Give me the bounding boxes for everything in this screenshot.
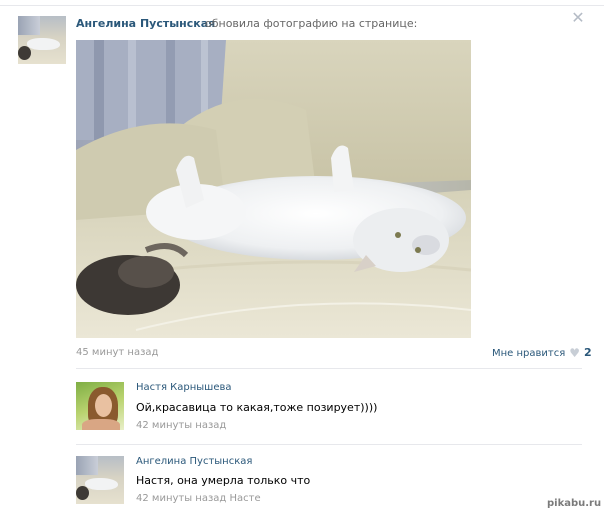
comment-timestamp[interactable]: 42 минуты назад [136, 420, 226, 431]
cat-on-sofa-image [76, 40, 471, 338]
post-timestamp[interactable]: 45 минут назад [76, 347, 158, 358]
post-photo[interactable] [76, 40, 471, 338]
comment-timestamp[interactable]: 42 минуты назад Насте [136, 493, 261, 504]
watermark: pikabu.ru [547, 498, 602, 509]
comment-author-link[interactable]: Ангелина Пустынская [136, 456, 252, 467]
comment-author-link[interactable]: Настя Карнышева [136, 382, 232, 393]
like-label: Мне нравится [492, 348, 566, 359]
divider [76, 368, 582, 369]
close-icon[interactable]: ✕ [571, 10, 585, 26]
post-author-link[interactable]: Ангелина Пустынская [76, 17, 215, 30]
top-divider [0, 5, 604, 6]
comment-time: 42 минуты назад [136, 493, 227, 504]
divider [76, 444, 582, 445]
reply-to-link[interactable]: Насте [230, 493, 261, 504]
heart-icon: ♥ [569, 346, 581, 360]
post-action-text: обновила фотографию на странице: [205, 17, 418, 30]
commenter-avatar[interactable] [76, 382, 124, 430]
author-avatar[interactable] [18, 16, 66, 64]
like-button[interactable]: Мне нравится ♥ 2 [492, 346, 592, 360]
comment-text: Ой,красавица то какая,тоже позирует)))) [136, 401, 378, 414]
feed-post: Ангелина Пустынская обновила фотографию … [0, 0, 604, 515]
comment-text: Настя, она умерла только что [136, 474, 311, 487]
like-count: 2 [584, 346, 592, 359]
commenter-avatar[interactable] [76, 456, 124, 504]
